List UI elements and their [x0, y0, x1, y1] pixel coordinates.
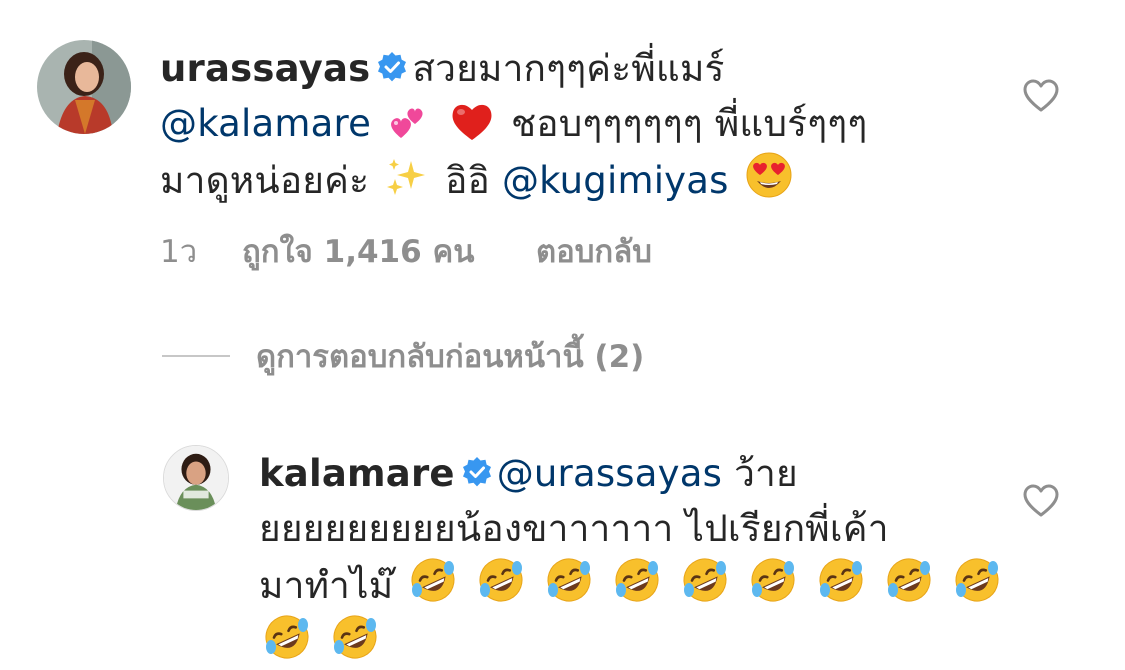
comment-body: มาดูหน่อยค่ะ [160, 159, 370, 202]
comment-body: สวยมากๆๆค่ะพี่แมร์ [412, 47, 725, 90]
comment-body: อิอิ [445, 159, 490, 202]
rolling-on-floor-laughing-emoji [817, 556, 865, 604]
comment-body: ยยยยยยยยยน้องขาาาาาา ไปเรียกพี่เค้า [259, 507, 889, 550]
rolling-on-floor-laughing-emoji [477, 556, 525, 604]
mention-link[interactable]: @kalamare [160, 102, 371, 145]
two-hearts-emoji [387, 100, 429, 142]
comment-body: ชอบๆๆๆๆๆๆ พี่แบร์ๆๆๆ [511, 102, 868, 145]
like-heart-icon[interactable] [1023, 484, 1059, 517]
comment-meta: 1ว ถูกใจ 1,416 คน ตอบกลับ [0, 226, 1125, 270]
divider [162, 355, 230, 357]
rolling-on-floor-laughing-emoji [263, 613, 311, 661]
comment-text: urassayas สวยมากๆๆค่ะพี่แมร์ @kalamare ชอ… [160, 41, 980, 208]
rolling-on-floor-laughing-emoji [681, 556, 729, 604]
view-replies-label[interactable]: ดูการตอบกลับก่อนหน้านี้ (2) [256, 331, 644, 381]
rolling-on-floor-laughing-emoji [409, 556, 457, 604]
mention-link[interactable]: @kugimiyas [502, 159, 729, 202]
comment-body: ว้าย [734, 452, 798, 495]
comment-body: มาทำไม๊ [259, 564, 394, 607]
rolling-on-floor-laughing-emoji [953, 556, 1001, 604]
rolling-on-floor-laughing-emoji [545, 556, 593, 604]
verified-badge-icon [461, 456, 493, 488]
red-heart-emoji [449, 100, 495, 142]
likes-count[interactable]: ถูกใจ 1,416 คน [242, 226, 474, 276]
mention-link[interactable]: @urassayas [497, 452, 722, 495]
username[interactable]: kalamare [259, 452, 455, 495]
verified-badge-icon [376, 51, 408, 83]
avatar[interactable] [37, 40, 131, 134]
view-previous-replies[interactable]: ดูการตอบกลับก่อนหน้านี้ (2) [162, 336, 644, 376]
rolling-on-floor-laughing-emoji [885, 556, 933, 604]
comment-time: 1ว [160, 234, 198, 270]
sparkles-emoji [385, 155, 429, 199]
heart-eyes-emoji [745, 151, 793, 199]
like-heart-icon[interactable] [1023, 79, 1059, 112]
reply-button[interactable]: ตอบกลับ [536, 226, 652, 276]
comment-text: kalamare @urassayas ว้าย ยยยยยยยยยน้องขาา… [259, 446, 1019, 670]
rolling-on-floor-laughing-emoji [613, 556, 661, 604]
username[interactable]: urassayas [160, 47, 370, 90]
avatar[interactable] [163, 445, 229, 511]
rolling-on-floor-laughing-emoji [749, 556, 797, 604]
rolling-on-floor-laughing-emoji [331, 613, 379, 661]
